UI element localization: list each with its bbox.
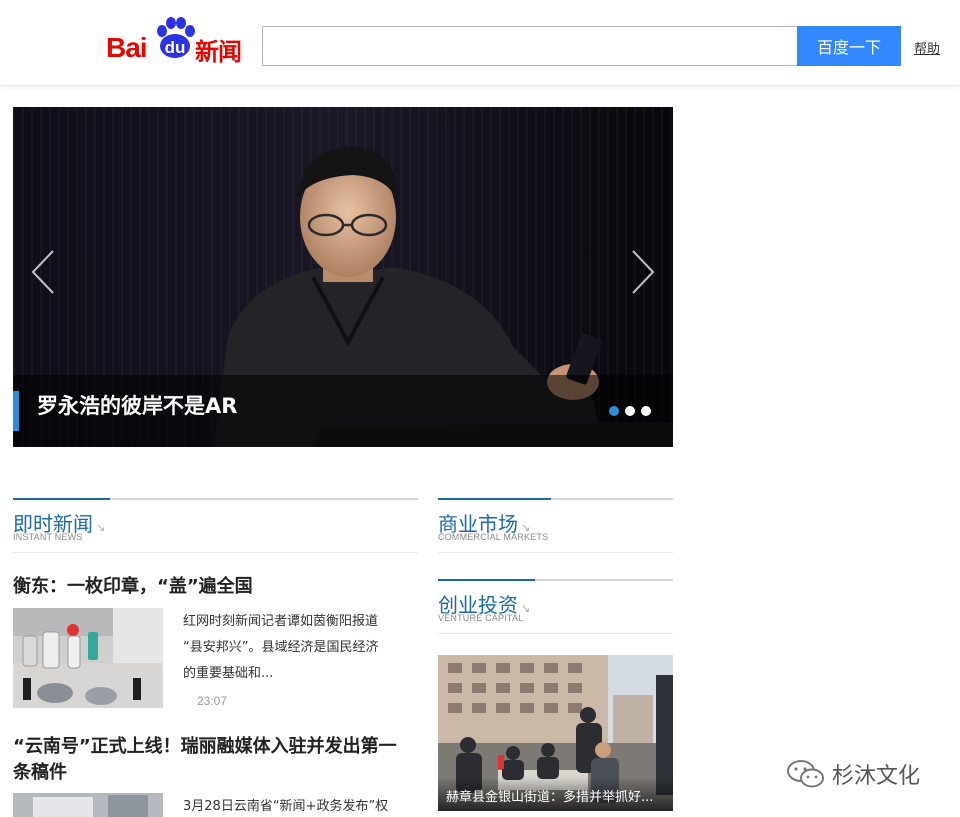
section-divider	[438, 498, 673, 500]
carousel-dots	[609, 406, 651, 418]
more-arrow-icon[interactable]: ↘	[96, 521, 105, 534]
section-divider	[438, 633, 673, 634]
section-subtitle: COMMERCIAL MARKETS	[438, 532, 549, 542]
news-title[interactable]: 衡东：一枚印章，“盖”遍全国	[13, 574, 418, 600]
news-thumbnail[interactable]	[13, 608, 163, 708]
stamps-photo	[13, 608, 163, 708]
logo-bai-text: Bai	[106, 32, 148, 63]
summary-line: 红网时刻新闻记者谭如茵衡阳报道	[183, 614, 379, 629]
section-divider	[438, 579, 673, 581]
wechat-icon	[787, 760, 824, 788]
venture-feature-card[interactable]: 赫章县金银山街道：多措并举抓好...	[438, 655, 673, 811]
section-divider	[13, 552, 418, 553]
summary-line: 3月28日云南省“新闻+政务发布”权	[183, 799, 389, 814]
help-link[interactable]: 帮助	[914, 38, 940, 57]
logo-du-text: du	[164, 38, 186, 57]
summary-line: 的重要基础和...	[183, 666, 274, 681]
news-title[interactable]: “云南号”正式上线！瑞丽融媒体入驻并发出第一 条稿件	[13, 734, 423, 786]
carousel-dot[interactable]	[641, 406, 651, 416]
news-summary: 3月28日云南省“新闻+政务发布”权	[183, 794, 423, 817]
section-venture-capital: 创业投资 ↘ VENTURE CAPITAL	[438, 579, 673, 635]
site-header: Bai du 新闻 百度一下 帮助	[0, 0, 960, 86]
section-subtitle: VENTURE CAPITAL	[438, 613, 524, 623]
title-line: 条稿件	[13, 762, 67, 783]
section-divider	[13, 498, 418, 500]
caption-accent	[13, 391, 19, 431]
watermark-text: 杉沐文化	[832, 764, 921, 789]
venture-feature-caption[interactable]: 赫章县金银山街道：多措并举抓好...	[446, 786, 671, 805]
section-instant-news: 即时新闻 ↘ INSTANT NEWS	[13, 498, 418, 554]
logo-news-text: 新闻	[195, 38, 242, 66]
conference-photo	[13, 793, 163, 817]
news-summary: 红网时刻新闻记者谭如茵衡阳报道 “县安邦兴”。县域经济是国民经济 的重要基础和.…	[183, 609, 418, 687]
baidu-news-logo[interactable]: Bai du 新闻	[106, 14, 246, 66]
news-thumbnail[interactable]	[13, 793, 163, 817]
search-button[interactable]: 百度一下	[797, 26, 901, 66]
carousel-dot[interactable]	[625, 406, 635, 416]
news-timestamp: 23:07	[197, 694, 228, 708]
chevron-left-icon[interactable]	[29, 247, 57, 297]
section-commercial-markets: 商业市场 ↘ COMMERCIAL MARKETS	[438, 498, 673, 554]
title-line: “云南号”正式上线！瑞丽融媒体入驻并发出第一	[13, 736, 397, 757]
headline-carousel[interactable]: 罗永浩的彼岸不是AR	[13, 107, 673, 447]
wechat-watermark: 杉沐文化	[786, 757, 920, 791]
carousel-caption[interactable]: 罗永浩的彼岸不是AR	[37, 390, 237, 420]
carousel-dot[interactable]	[609, 406, 619, 416]
search-input[interactable]	[262, 26, 798, 66]
chevron-right-icon[interactable]	[629, 247, 657, 297]
section-subtitle: INSTANT NEWS	[13, 532, 83, 542]
section-divider	[438, 552, 673, 553]
summary-line: “县安邦兴”。县域经济是国民经济	[183, 640, 379, 655]
